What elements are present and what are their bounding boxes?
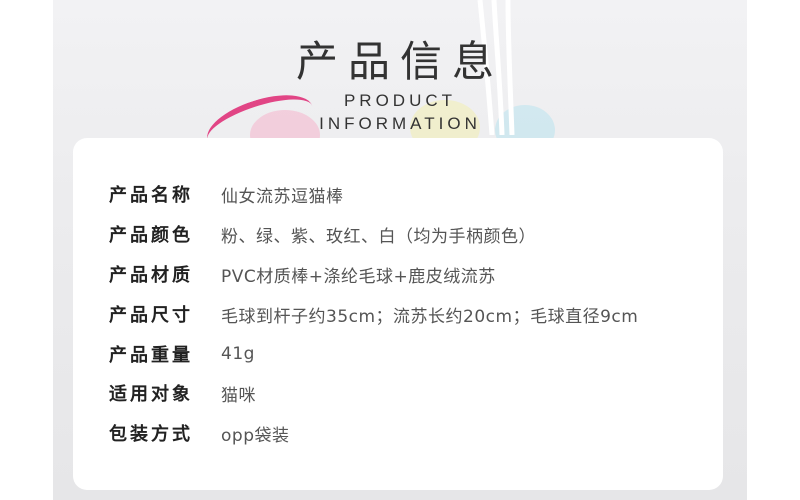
info-value: 猫咪	[221, 385, 256, 406]
info-label: 产品材质	[109, 265, 193, 286]
info-value: 41g	[221, 344, 255, 364]
info-value: 粉、绿、紫、玫红、白（均为手柄颜色）	[221, 226, 536, 247]
info-label: 产品尺寸	[109, 305, 193, 326]
info-value: 毛球到杆子约35cm；流苏长约20cm；毛球直径9cm	[221, 306, 639, 327]
info-row-color: 产品颜色 粉、绿、紫、玫红、白（均为手柄颜色）	[109, 221, 536, 247]
info-row-packaging: 包装方式 opp袋装	[109, 420, 289, 446]
info-label: 产品名称	[109, 185, 193, 206]
info-value: opp袋装	[221, 425, 290, 446]
info-row-size: 产品尺寸 毛球到杆子约35cm；流苏长约20cm；毛球直径9cm	[109, 301, 638, 327]
info-value: PVC材质棒+涤纶毛球+鹿皮绒流苏	[221, 266, 496, 287]
info-label: 适用对象	[109, 384, 193, 405]
info-value: 仙女流苏逗猫棒	[221, 186, 344, 207]
info-row-target: 适用对象 猫咪	[109, 380, 256, 406]
info-label: 产品颜色	[109, 225, 193, 246]
page-subtitle-line1: PRODUCT	[343, 91, 457, 110]
info-row-material: 产品材质 PVC材质棒+涤纶毛球+鹿皮绒流苏	[109, 261, 496, 287]
page-subtitle-line2: INFORMATION	[319, 114, 481, 133]
info-row-weight: 产品重量 41g	[109, 341, 255, 367]
page-title: 产品信息	[295, 37, 504, 86]
info-row-name: 产品名称 仙女流苏逗猫棒	[109, 181, 344, 207]
info-label: 包装方式	[109, 424, 193, 445]
info-label: 产品重量	[109, 345, 193, 366]
